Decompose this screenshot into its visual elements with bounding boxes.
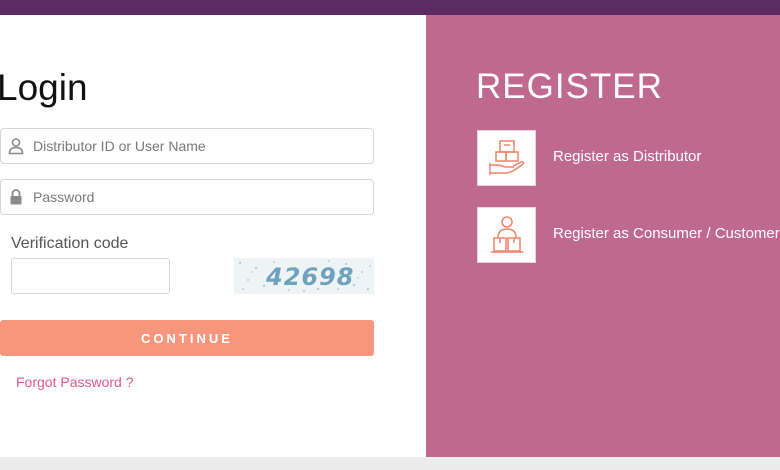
login-title: Login [0,67,88,108]
register-distributor-option[interactable]: Register as Distributor [477,130,780,186]
distributor-box-hand-icon [477,130,536,186]
top-bar [0,0,780,15]
bottom-strip [0,457,780,470]
username-input[interactable] [33,129,363,163]
password-input[interactable] [33,180,363,214]
login-panel: Login Verification code [0,15,426,457]
verification-code-input[interactable] [11,258,170,294]
register-distributor-label: Register as Distributor [553,148,702,165]
register-consumer-option[interactable]: Register as Consumer / Customer [477,207,780,263]
lock-icon [7,188,25,206]
consumer-boxes-person-icon [477,207,536,263]
continue-button[interactable]: CONTINUE [0,320,374,356]
password-field[interactable] [0,179,374,215]
captcha-text: 42698 [265,263,355,291]
register-consumer-label: Register as Consumer / Customer [553,225,780,242]
user-icon [7,137,25,155]
captcha-image: 42698 [234,258,374,294]
register-panel: REGISTER Register as Distributor Registe… [426,15,780,457]
forgot-password-link[interactable]: Forgot Password ? [16,374,134,390]
username-field[interactable] [0,128,374,164]
register-title: REGISTER [476,67,663,106]
verification-code-label: Verification code [11,235,129,252]
